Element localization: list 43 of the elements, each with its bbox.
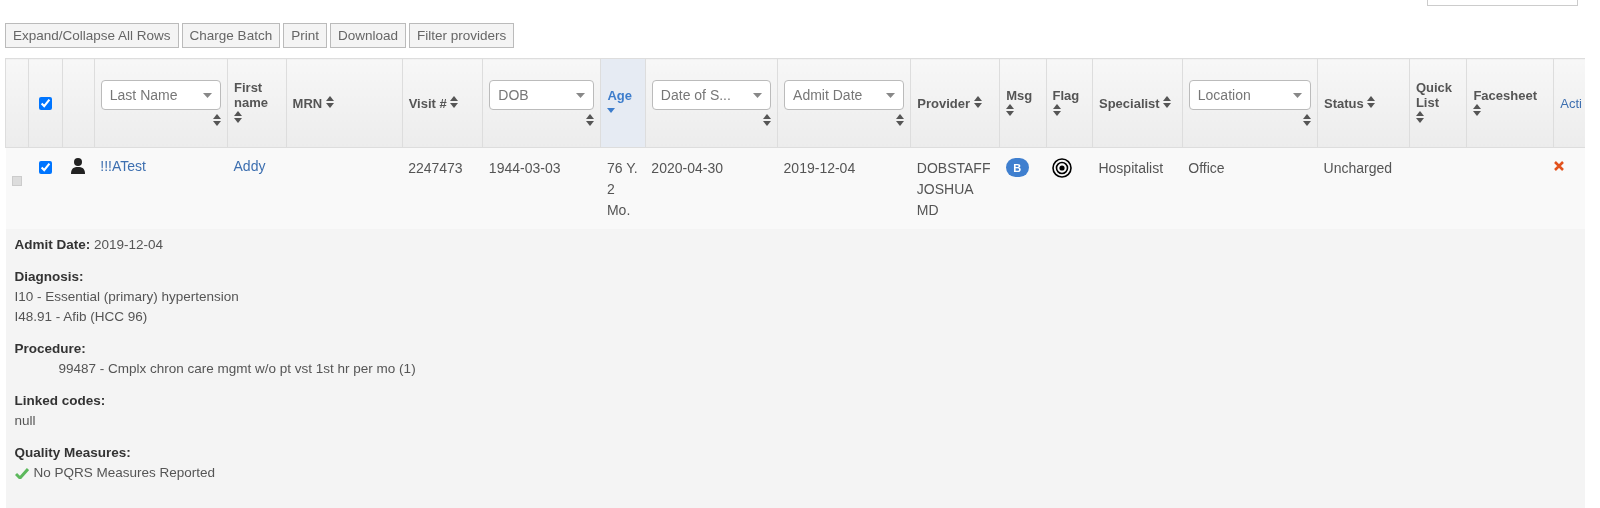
toolbar-button[interactable]: Filter providers	[408, 23, 515, 48]
detail-label: Diagnosis:	[14, 268, 85, 286]
column-filter-dropdown[interactable]: Last Name	[100, 80, 222, 110]
detail-value: I48.91 - Afib (HCC 96)	[14, 308, 148, 326]
column-header[interactable]: Status	[1324, 96, 1364, 112]
table-cell: DOBSTAFF JOSHUA MD	[916, 160, 991, 218]
patient-link[interactable]: Addy	[233, 158, 266, 174]
table-cell: 1944-03-03	[488, 160, 561, 176]
column-header[interactable]: Provider	[917, 96, 971, 112]
message-badge[interactable]: B	[1005, 158, 1029, 177]
patient-link[interactable]: !!!ATest	[100, 158, 146, 174]
detail-label: Quality Measures:	[14, 444, 132, 462]
column-header[interactable]: Msg	[1006, 88, 1033, 103]
column-filter-dropdown[interactable]: Admit Date	[784, 80, 905, 110]
table-cell: 2247473	[408, 160, 463, 176]
detail-label: Linked codes:	[14, 392, 107, 410]
column-header[interactable]: Age	[607, 88, 632, 103]
column-header[interactable]: MRN	[292, 96, 323, 112]
detail-value: No PQRS Measures Reported	[33, 464, 216, 482]
table-cell: Uncharged	[1323, 160, 1393, 176]
detail-value: 2019-12-04	[94, 237, 164, 252]
column-header[interactable]: Specialist	[1098, 96, 1160, 112]
column-filter-dropdown[interactable]: Date of S...	[651, 80, 772, 110]
column-filter-dropdown[interactable]: Location	[1188, 80, 1312, 110]
toolbar-button[interactable]: Print	[283, 23, 327, 48]
toolbar-button[interactable]: Expand/Collapse All Rows	[5, 23, 179, 48]
table-cell: Office	[1188, 160, 1225, 176]
toolbar-button[interactable]: Download	[329, 23, 406, 48]
detail-label: Admit Date:	[14, 237, 91, 252]
column-header[interactable]: Flag	[1052, 88, 1080, 103]
table-cell: 76 Y. 2 Mo.	[606, 160, 638, 218]
detail-value: I10 - Essential (primary) hypertension	[14, 288, 239, 306]
detail-label: Procedure:	[14, 340, 87, 358]
column-header-link[interactable]: Acti	[1560, 95, 1582, 111]
detail-value: null	[14, 412, 36, 430]
table-cell: Hospitalist	[1098, 160, 1164, 176]
column-filter-dropdown[interactable]: DOB	[489, 80, 595, 110]
toolbar-button[interactable]: Charge Batch	[181, 23, 281, 48]
column-header[interactable]: Visit #	[408, 96, 447, 112]
detail-value: 99487 - Cmplx chron care mgmt w/o pt vst 1st hr per mo (1)	[58, 360, 416, 378]
table-cell: 2019-12-04	[783, 160, 856, 176]
column-header[interactable]: Facesheet	[1473, 88, 1537, 103]
table-cell: 2020-04-30	[651, 160, 723, 176]
